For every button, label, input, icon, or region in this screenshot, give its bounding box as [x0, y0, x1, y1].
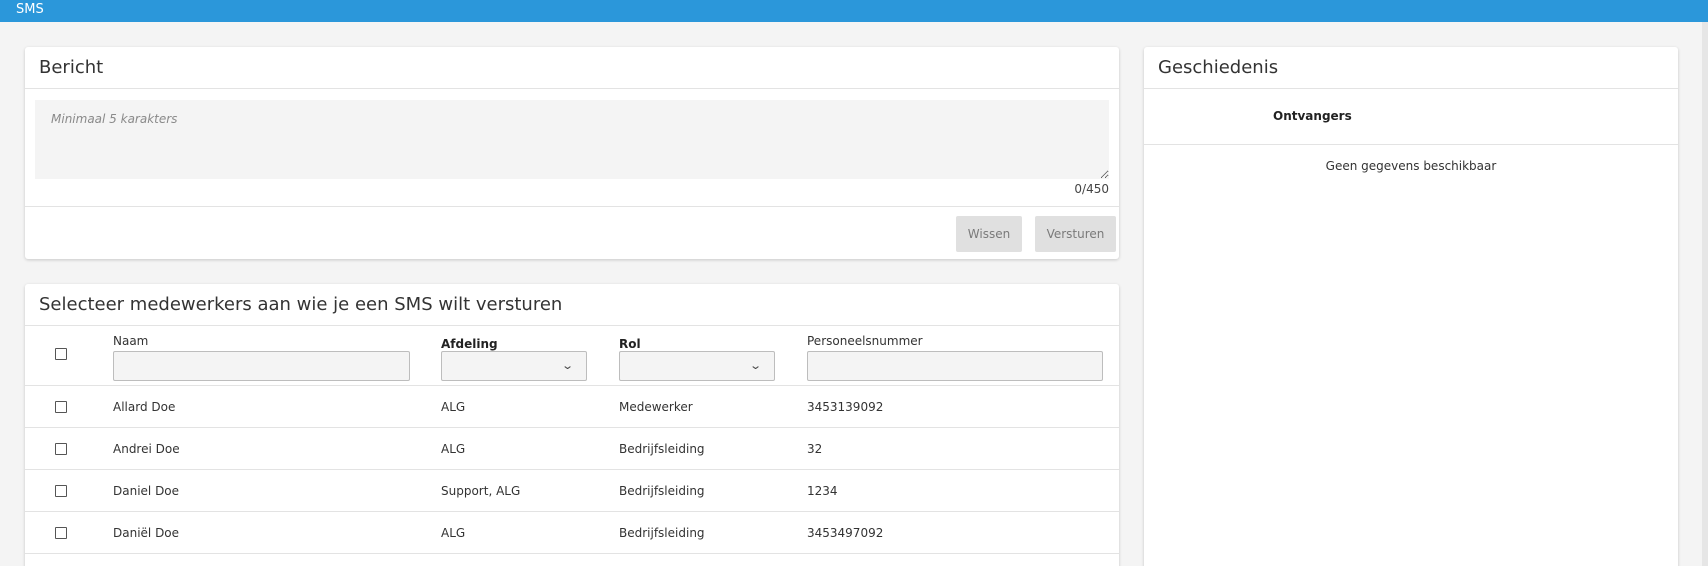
message-card: Bericht 0/450 Wissen Versturen — [25, 47, 1119, 259]
clear-button[interactable]: Wissen — [956, 216, 1022, 252]
cell-department: ALG — [441, 442, 466, 456]
history-card-title: Geschiedenis — [1144, 47, 1678, 89]
app-title: SMS — [16, 2, 44, 17]
cell-employee-number: 1234 — [807, 484, 838, 498]
app-title-bar: SMS — [0, 0, 1708, 22]
history-table-header: Ontvangers — [1144, 89, 1678, 145]
cell-role: Bedrijfsleiding — [619, 484, 705, 498]
department-filter-select[interactable]: ⌄ — [441, 351, 587, 381]
employee-selection-card: Selecteer medewerkers aan wie je een SMS… — [25, 284, 1119, 566]
employee-number-filter-input[interactable] — [807, 351, 1103, 381]
page-scrollbar[interactable] — [1702, 22, 1708, 566]
cell-employee-number: 3453497092 — [807, 526, 884, 540]
column-header-department: Afdeling — [441, 337, 498, 351]
cell-employee-number: 32 — [807, 442, 823, 456]
cell-role: Medewerker — [619, 400, 693, 414]
select-all-checkbox[interactable] — [55, 348, 67, 360]
employee-selection-title: Selecteer medewerkers aan wie je een SMS… — [25, 284, 1119, 326]
table-row[interactable]: Daniel Doe Support, ALG Bedrijfsleiding … — [25, 470, 1119, 512]
chevron-down-icon: ⌄ — [748, 359, 762, 372]
chevron-down-icon: ⌄ — [560, 359, 574, 372]
table-row[interactable]: Andrei Doe ALG Bedrijfsleiding 32 — [25, 428, 1119, 470]
message-card-title: Bericht — [25, 47, 1119, 89]
column-header-employee-number: Personeelsnummer — [807, 334, 923, 348]
divider — [25, 206, 1119, 207]
send-button[interactable]: Versturen — [1035, 216, 1116, 252]
cell-name: Daniel Doe — [113, 484, 180, 498]
row-checkbox[interactable] — [55, 401, 67, 413]
character-counter: 0/450 — [1074, 182, 1109, 196]
table-row[interactable]: Daniël Doe ALG Bedrijfsleiding 345349709… — [25, 512, 1119, 554]
table-header-filters: Naam Afdeling ⌄ Rol ⌄ Personeelsnummer — [25, 326, 1119, 386]
cell-name: Allard Doe — [113, 400, 176, 414]
role-filter-select[interactable]: ⌄ — [619, 351, 775, 381]
column-header-role: Rol — [619, 337, 641, 351]
cell-department: ALG — [441, 526, 466, 540]
cell-name: Daniël Doe — [113, 526, 180, 540]
cell-employee-number: 3453139092 — [807, 400, 884, 414]
cell-department: Support, ALG — [441, 484, 521, 498]
column-header-name: Naam — [113, 334, 149, 348]
row-checkbox[interactable] — [55, 443, 67, 455]
cell-name: Andrei Doe — [113, 442, 180, 456]
cell-department: ALG — [441, 400, 466, 414]
history-empty-state: Geen gegevens beschikbaar — [1325, 159, 1497, 173]
name-filter-input[interactable] — [113, 351, 410, 381]
cell-role: Bedrijfsleiding — [619, 442, 705, 456]
cell-role: Bedrijfsleiding — [619, 526, 705, 540]
row-checkbox[interactable] — [55, 485, 67, 497]
row-checkbox[interactable] — [55, 527, 67, 539]
message-textarea[interactable] — [35, 100, 1109, 179]
column-header-recipients: Ontvangers — [1273, 109, 1352, 123]
table-row[interactable]: Allard Doe ALG Medewerker 3453139092 — [25, 386, 1119, 428]
history-card: Geschiedenis Ontvangers Geen gegevens be… — [1144, 47, 1678, 566]
